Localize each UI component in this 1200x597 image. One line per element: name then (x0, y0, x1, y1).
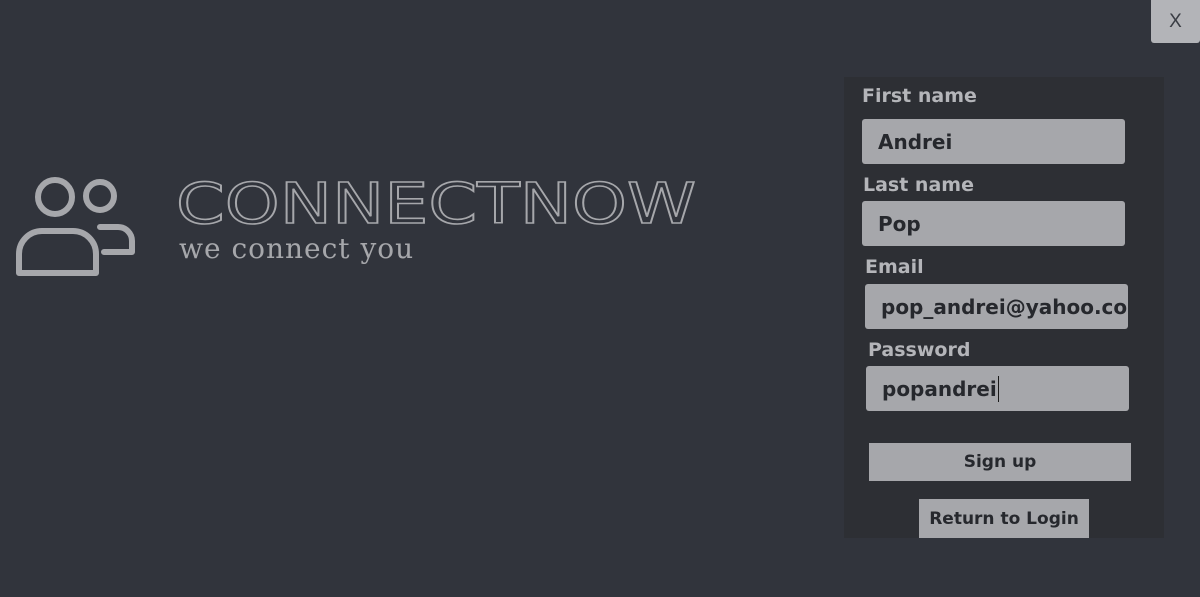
email-label: Email (865, 256, 924, 278)
password-label: Password (868, 339, 971, 361)
brand-name-text: CONNECTNOW (176, 178, 696, 230)
first-name-input[interactable]: Andrei (862, 119, 1125, 164)
close-button[interactable]: X (1151, 0, 1200, 43)
password-value: popandrei (882, 376, 997, 401)
signup-form: First name Andrei Last name Pop Email po… (844, 77, 1164, 538)
signup-button[interactable]: Sign up (869, 443, 1131, 481)
first-name-label: First name (862, 85, 977, 107)
password-input[interactable]: popandrei (866, 366, 1129, 411)
tagline: we connect you (179, 232, 415, 265)
email-input[interactable]: pop_andrei@yahoo.com (865, 284, 1128, 329)
text-caret (997, 375, 999, 402)
brand-name: CONNECTNOW (176, 178, 697, 230)
last-name-input[interactable]: Pop (862, 201, 1125, 246)
last-name-label: Last name (863, 174, 974, 196)
return-to-login-button[interactable]: Return to Login (919, 499, 1089, 538)
users-icon (16, 177, 135, 276)
